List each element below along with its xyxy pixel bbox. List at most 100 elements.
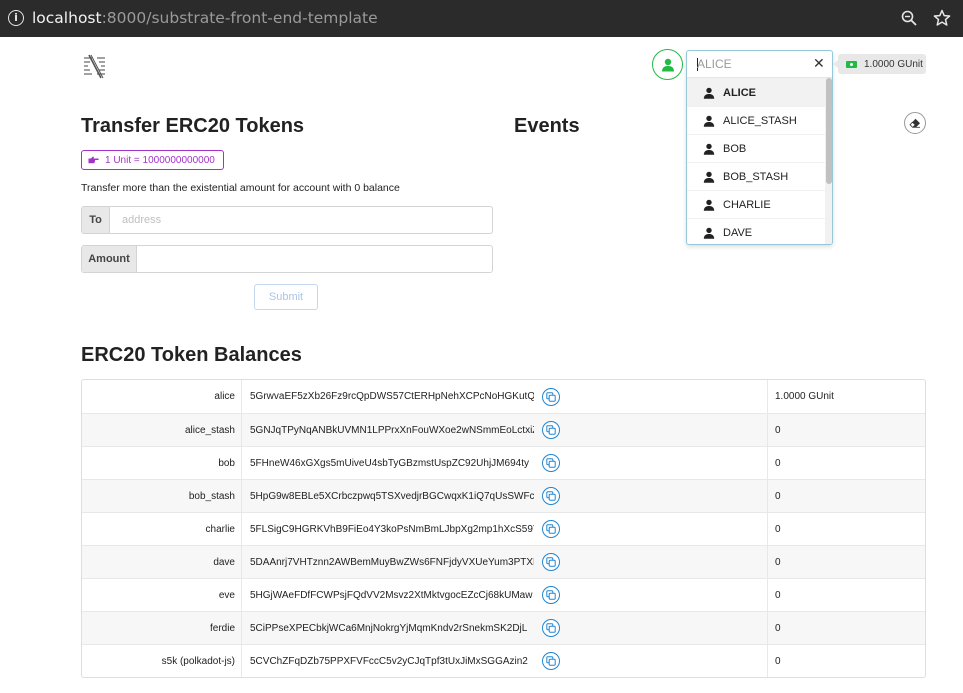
account-avatar[interactable] [652,49,683,80]
copy-cell [534,447,768,479]
copy-icon [546,590,556,600]
browser-address-bar: i localhost:8000/substrate-front-end-tem… [0,0,963,37]
account-name: bob [82,447,242,479]
table-row: s5k (polkadot-js) 5CVChZFqDZb75PPXFVFccC… [82,644,925,677]
account-address: 5HGjWAeFDfFCWPsjFQdVV2Msvz2XtMktvgocEZcC… [250,589,533,601]
account-search-box[interactable]: ✕ [687,51,832,78]
submit-button[interactable]: Submit [254,284,318,310]
account-name: alice [82,380,242,413]
copy-address-button[interactable] [542,553,560,571]
table-row: eve 5HGjWAeFDfFCWPsjFQdVV2Msvz2XtMktvgoc… [82,578,925,611]
account-balance: 0 [775,424,781,436]
copy-icon [546,557,556,567]
account-name: charlie [82,513,242,545]
unit-conversion-text: 1 Unit = 1000000000000 [105,154,215,166]
scrollbar-thumb[interactable] [826,78,832,184]
transfer-title: Transfer ERC20 Tokens [81,115,305,137]
events-title: Events [514,115,580,137]
account-balance: 0 [775,589,781,601]
copy-address-button[interactable] [542,387,560,406]
account-name: bob_stash [82,480,242,512]
account-option-label: CHARLIE [723,198,771,211]
account-option-label: DAVE [723,226,753,239]
account-option-alice-stash[interactable]: ALICE_STASH [687,106,825,134]
copy-cell [534,513,768,545]
copy-icon [546,491,556,501]
account-address: 5FHneW46xGXgs5mUiveU4sbTyGBzmstUspZC92Uh… [250,457,529,469]
copy-icon [546,656,556,666]
account-name: ferdie [82,612,242,644]
copy-cell [534,546,768,578]
table-row: bob 5FHneW46xGXgs5mUiveU4sbTyGBzmstUspZC… [82,446,925,479]
account-option-label: BOB_STASH [723,170,789,183]
user-icon [703,87,715,99]
url-path: :8000/substrate-front-end-template [101,9,378,27]
copy-address-button[interactable] [542,454,560,472]
user-icon [703,199,715,211]
copy-address-button[interactable] [542,652,560,670]
amount-input[interactable] [137,246,492,272]
eraser-icon [909,118,920,128]
table-row: bob_stash 5HpG9w8EBLe5XCrbczpwq5TSXvedjr… [82,479,925,512]
copy-cell [534,414,768,446]
account-balance: 0 [775,556,781,568]
copy-icon [546,458,556,468]
account-name: eve [82,579,242,611]
account-address: 5CVChZFqDZb75PPXFVFccC5v2yCJqTpf3tUxJiMx… [250,655,528,667]
account-balance-label: 1.0000 GUnit [833,54,926,74]
account-option-bob[interactable]: BOB [687,134,825,162]
to-address-field: To [81,206,493,234]
account-search-input[interactable] [697,57,807,71]
table-row: alice_stash 5GNJqTPyNqANBkUVMN1LPPrxXnFo… [82,413,925,446]
copy-cell [534,612,768,644]
account-balance: 0 [775,457,781,469]
account-balance: 1.0000 GUnit [775,391,834,402]
account-menu: ALICE ALICE_STASH BOB BOB_STASH CHARLIE … [687,78,825,244]
zoom-out-icon[interactable] [901,10,917,26]
bookmark-star-icon[interactable] [933,9,951,27]
table-row: alice 5GrwvaEF5zXb26Fz9rcQpDWS57CtERHpNe… [82,380,925,413]
url-text[interactable]: localhost:8000/substrate-front-end-templ… [32,9,378,27]
account-address: 5GNJqTPyNqANBkUVMN1LPPrxXnFouWXoe2wNSmmE… [250,424,534,436]
info-icon[interactable]: i [8,10,24,26]
copy-address-button[interactable] [542,520,560,538]
account-address: 5DAAnrj7VHTznn2AWBemMuyBwZWs6FNFjdyVXUeY… [250,556,534,568]
account-option-alice[interactable]: ALICE [687,78,825,106]
account-option-charlie[interactable]: CHARLIE [687,190,825,218]
copy-cell [534,579,768,611]
hand-point-right-icon [88,156,99,164]
copy-address-button[interactable] [542,487,560,505]
user-icon [703,171,715,183]
account-balance-value: 1.0000 GUnit [864,58,923,70]
transfer-note: Transfer more than the existential amoun… [81,182,400,194]
dropdown-scrollbar[interactable] [825,78,832,244]
table-row: dave 5DAAnrj7VHTznn2AWBemMuyBwZWs6FNFjdy… [82,545,925,578]
account-selector-dropdown[interactable]: ✕ ALICE ALICE_STASH BOB BOB_STASH CHARLI… [686,50,833,245]
account-balance: 0 [775,523,781,535]
account-option-label: BOB [723,142,747,155]
copy-address-button[interactable] [542,586,560,604]
copy-icon [546,623,556,633]
balances-title: ERC20 Token Balances [81,344,302,366]
copy-icon [546,524,556,534]
account-balance: 0 [775,655,781,667]
unit-conversion-label: 1 Unit = 1000000000000 [81,150,224,170]
user-icon [661,58,674,71]
account-option-bob-stash[interactable]: BOB_STASH [687,162,825,190]
clear-events-button[interactable] [904,112,926,134]
table-row: ferdie 5CiPPseXPECbkjWCa6MnjNokrgYjMqmKn… [82,611,925,644]
user-icon [703,143,715,155]
money-icon [846,60,857,68]
account-option-dave[interactable]: DAVE [687,218,825,244]
user-icon [703,227,715,239]
copy-address-button[interactable] [542,421,560,439]
account-balance: 0 [775,622,781,634]
copy-address-button[interactable] [542,619,560,637]
account-option-label: ALICE [723,86,756,99]
copy-icon [546,425,556,435]
clear-icon[interactable]: ✕ [813,56,825,72]
url-host: localhost [32,9,102,27]
account-name: alice_stash [82,414,242,446]
to-address-input[interactable] [110,207,492,233]
table-row: charlie 5FLSigC9HGRKVhB9FiEo4Y3koPsNmBmL… [82,512,925,545]
